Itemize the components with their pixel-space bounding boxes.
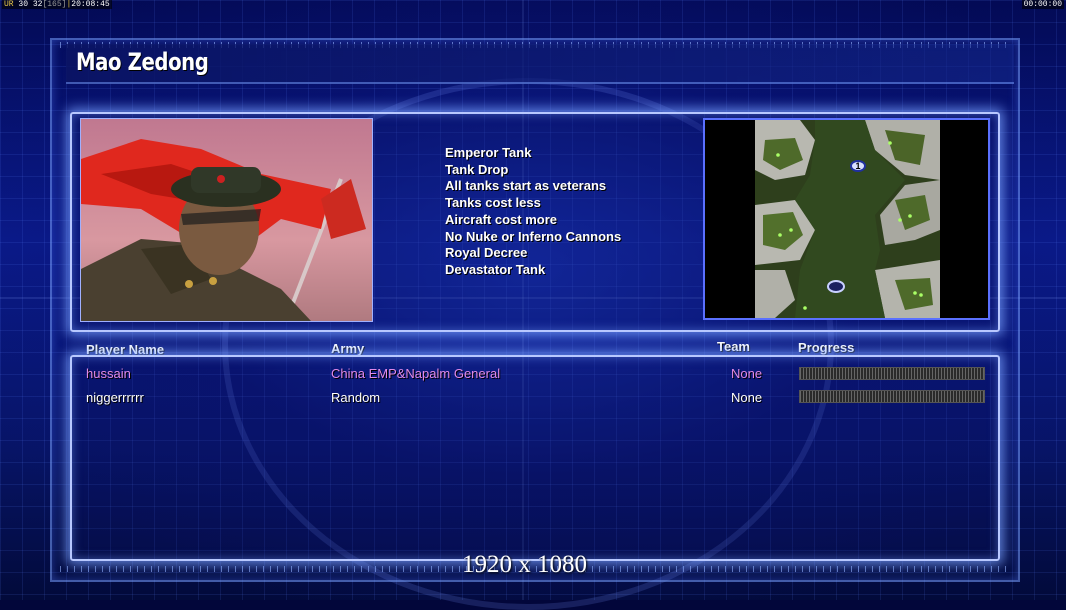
resolution-overlay: 1920 x 1080 xyxy=(462,551,587,578)
player-team: None xyxy=(731,390,763,405)
power-item: Aircraft cost more xyxy=(445,211,557,227)
power-item: All tanks start as veterans xyxy=(445,178,607,194)
player-list-panel xyxy=(70,355,1000,561)
header-progress: Progress xyxy=(798,340,855,355)
general-portrait-image xyxy=(80,118,373,322)
player-name: hussain xyxy=(86,366,131,381)
status-fps: 30 32 xyxy=(18,0,43,9)
status-overlay-left: UR 30 32[165]|20:08:45 xyxy=(2,0,112,9)
start-position-label: 1 xyxy=(855,161,861,171)
power-item: Tanks cost less xyxy=(445,195,541,211)
power-item: Tank Drop xyxy=(445,161,509,177)
player-army: China EMP&Napalm General xyxy=(331,366,501,381)
status-label: UR xyxy=(4,0,14,9)
status-bracket: [165] xyxy=(42,0,67,9)
map-terrain xyxy=(755,120,940,318)
header-team: Team xyxy=(717,339,750,354)
status-overlay-right: 00:00:00 xyxy=(1021,0,1064,9)
player-progress-bar xyxy=(799,390,985,403)
header-army: Army xyxy=(331,341,365,356)
player-progress-bar xyxy=(799,367,985,380)
player-name: niggerrrrrr xyxy=(86,390,144,405)
status-clock: 20:08:45 xyxy=(71,0,110,9)
power-item: Emperor Tank xyxy=(445,145,532,160)
map-preview: 1 xyxy=(703,118,990,320)
power-item: Royal Decree xyxy=(445,245,528,261)
general-powers-list: Emperor Tank Tank Drop All tanks start a… xyxy=(445,145,621,279)
power-item: Devastator Tank xyxy=(445,261,546,277)
player-army: Random xyxy=(331,390,381,405)
start-position-marker[interactable] xyxy=(827,280,845,293)
start-position-marker[interactable]: 1 xyxy=(850,160,866,172)
player-team: None xyxy=(731,366,763,381)
power-item: No Nuke or Inferno Cannons xyxy=(445,228,622,244)
general-name-title: Mao Zedong xyxy=(76,48,209,76)
